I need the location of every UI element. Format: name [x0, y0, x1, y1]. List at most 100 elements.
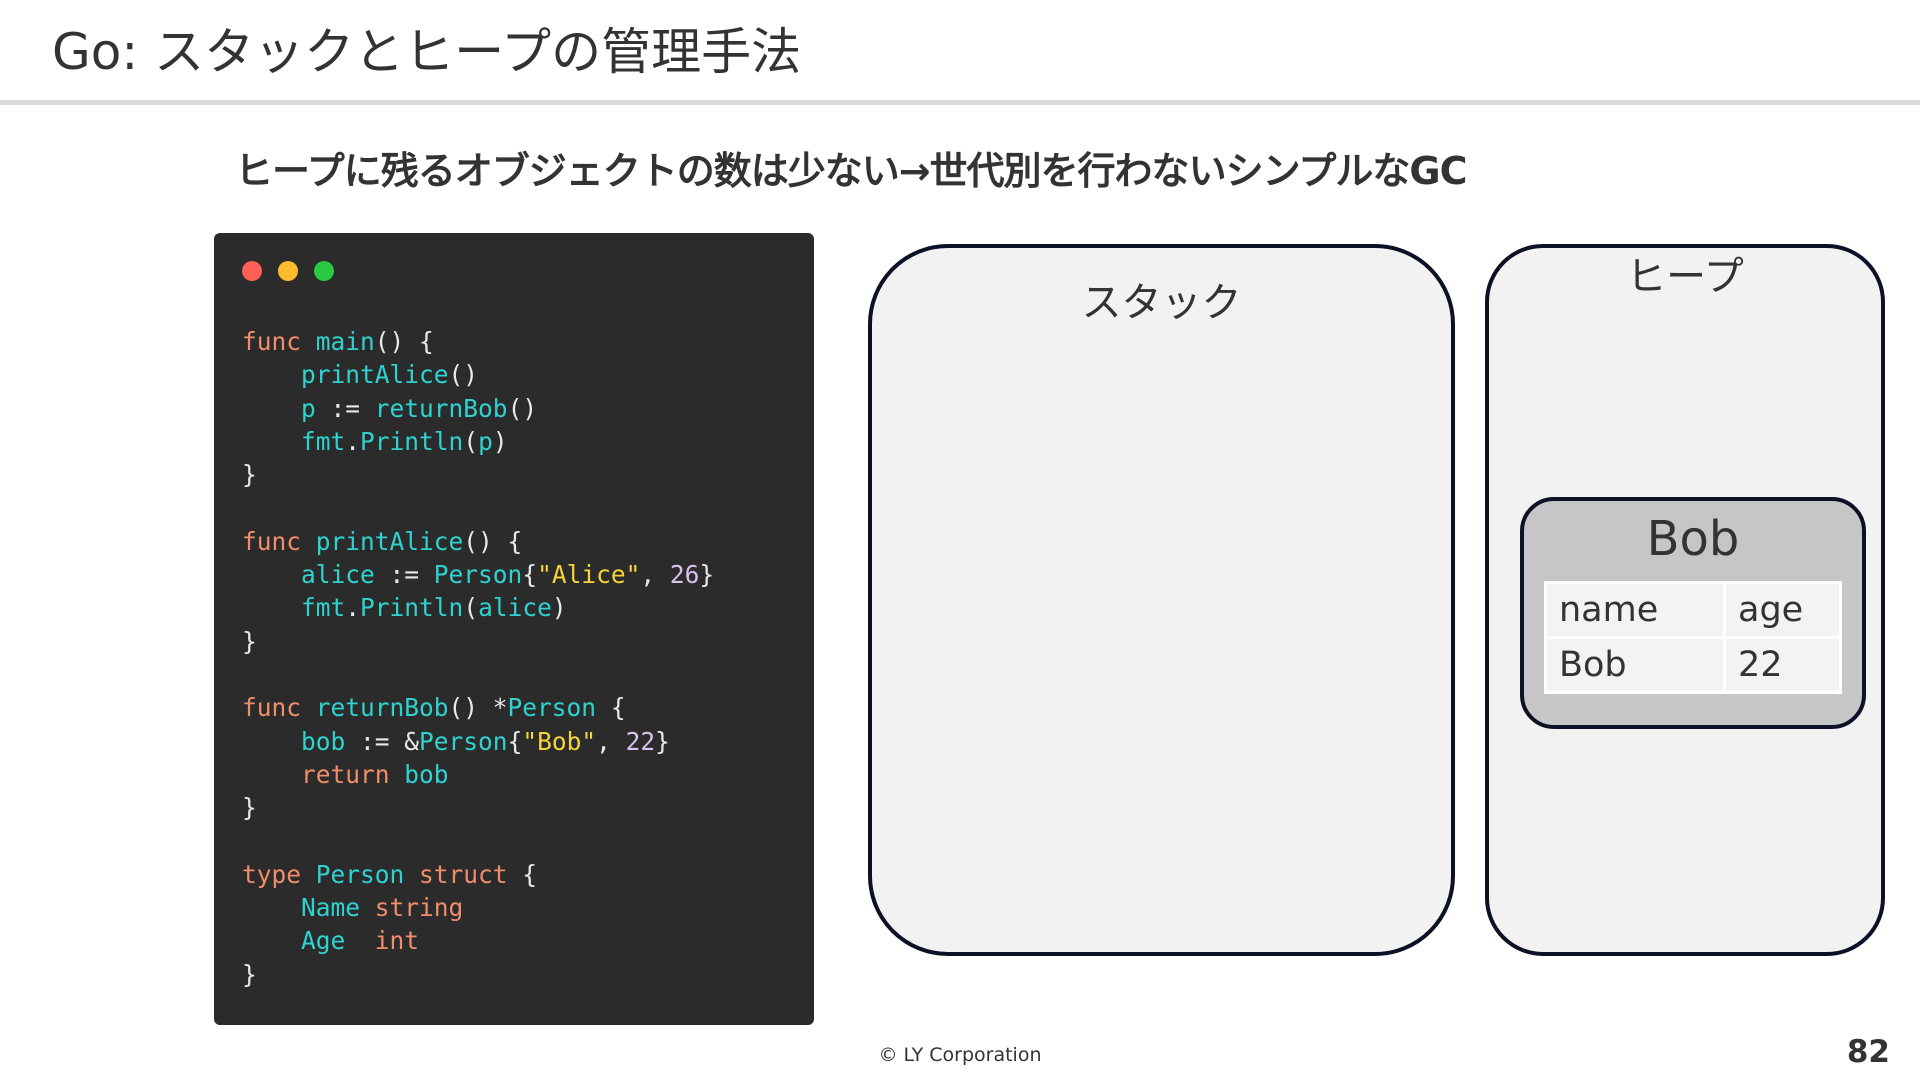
code-token: Println [360, 426, 464, 456]
heap-object-table: name age Bob 22 [1544, 581, 1842, 694]
code-line: bob := &Person{"Bob", 22} [242, 725, 714, 758]
code-token: type [242, 859, 316, 889]
code-token: fmt [301, 426, 346, 456]
code-token: := [374, 560, 434, 590]
code-token: ( [463, 426, 479, 456]
table-header-row: name age [1544, 581, 1842, 639]
code-token: Name [301, 893, 375, 923]
code-token: } [242, 959, 257, 989]
code-token: func [242, 526, 316, 556]
table-row: Bob 22 [1544, 636, 1842, 694]
stack-panel: スタック [868, 244, 1455, 956]
heap-panel: ヒープ Bob name age Bob 22 [1485, 244, 1885, 956]
code-token: Person [433, 560, 523, 590]
code-token: () { [374, 327, 434, 356]
code-line: fmt.Println(p) [242, 425, 714, 458]
title-divider [0, 100, 1920, 105]
code-line: printAlice() [242, 358, 714, 391]
code-token: () * [448, 693, 508, 723]
code-token: { [507, 726, 523, 756]
code-token: struct [404, 859, 508, 889]
code-token: return [301, 759, 405, 789]
code-token: } [699, 560, 715, 590]
code-line: type Person struct { [242, 858, 714, 891]
code-token: bob [301, 726, 346, 756]
code-line: func main() { [242, 325, 714, 358]
code-token: fmt [301, 593, 346, 623]
code-token: string [374, 893, 464, 923]
code-token: bob [404, 759, 449, 789]
code-token: } [242, 626, 257, 656]
code-token: 26 [669, 560, 700, 590]
code-line: fmt.Println(alice) [242, 591, 714, 624]
code-line: Age int [242, 924, 714, 957]
code-token: Person [507, 693, 597, 723]
code-window: func main() { printAlice() p := returnBo… [214, 233, 814, 1025]
footer-copyright: © LY Corporation [878, 1044, 1042, 1066]
code-line: } [242, 625, 714, 658]
code-token: "Bob" [522, 726, 597, 756]
code-token: printAlice [301, 360, 449, 390]
code-token: int [374, 926, 420, 956]
code-token: . [345, 593, 361, 623]
code-token: , [596, 726, 626, 756]
code-token: Person [315, 859, 405, 889]
code-line: p := returnBob() [242, 392, 714, 425]
minimize-dot-icon [278, 261, 298, 281]
table-header-age: age [1723, 581, 1842, 639]
maximize-dot-icon [314, 261, 334, 281]
code-line: return bob [242, 758, 714, 791]
code-token: } [242, 460, 257, 490]
code-token: { [596, 693, 626, 723]
code-token: Println [360, 593, 464, 623]
code-token: ) [492, 426, 508, 456]
code-token: returnBob [374, 393, 508, 423]
code-token: () [448, 360, 479, 390]
code-line: func printAlice() { [242, 525, 714, 558]
code-line: func returnBob() *Person { [242, 691, 714, 724]
code-token: p [478, 426, 493, 456]
code-token: { [507, 859, 538, 889]
code-token: , [640, 560, 670, 590]
code-line: } [242, 958, 714, 991]
code-token: 22 [625, 726, 656, 756]
code-token: Person [419, 726, 508, 756]
heap-label: ヒープ [1626, 254, 1744, 300]
code-token: ( [463, 593, 479, 623]
code-line: Name string [242, 891, 714, 924]
code-token: Age [301, 926, 375, 956]
code-token: alice [478, 593, 552, 623]
slide-subtitle: ヒープに残るオブジェクトの数は少ない→世代別を行わないシンプルなGC [235, 149, 1468, 193]
code-token: () [507, 393, 538, 423]
heap-object-title: Bob [1646, 511, 1740, 567]
table-cell-name: Bob [1544, 636, 1726, 694]
heap-object-bob: Bob name age Bob 22 [1520, 497, 1866, 729]
code-token: } [655, 726, 670, 756]
code-line: } [242, 458, 714, 491]
code-token: ) [551, 593, 567, 623]
close-dot-icon [242, 261, 262, 281]
code-token: := & [345, 726, 420, 756]
code-block: func main() { printAlice() p := returnBo… [242, 325, 714, 991]
code-token: func [242, 693, 316, 723]
table-header-name: name [1544, 581, 1726, 639]
slide-title: Go: スタックとヒープの管理手法 [52, 23, 802, 81]
code-token: . [345, 426, 361, 456]
code-token: func [242, 327, 316, 356]
code-token: () { [463, 526, 523, 556]
code-token: "Alice" [537, 560, 641, 590]
code-line: alice := Person{"Alice", 26} [242, 558, 714, 591]
code-token: printAlice [315, 526, 464, 556]
code-token: } [242, 793, 257, 823]
